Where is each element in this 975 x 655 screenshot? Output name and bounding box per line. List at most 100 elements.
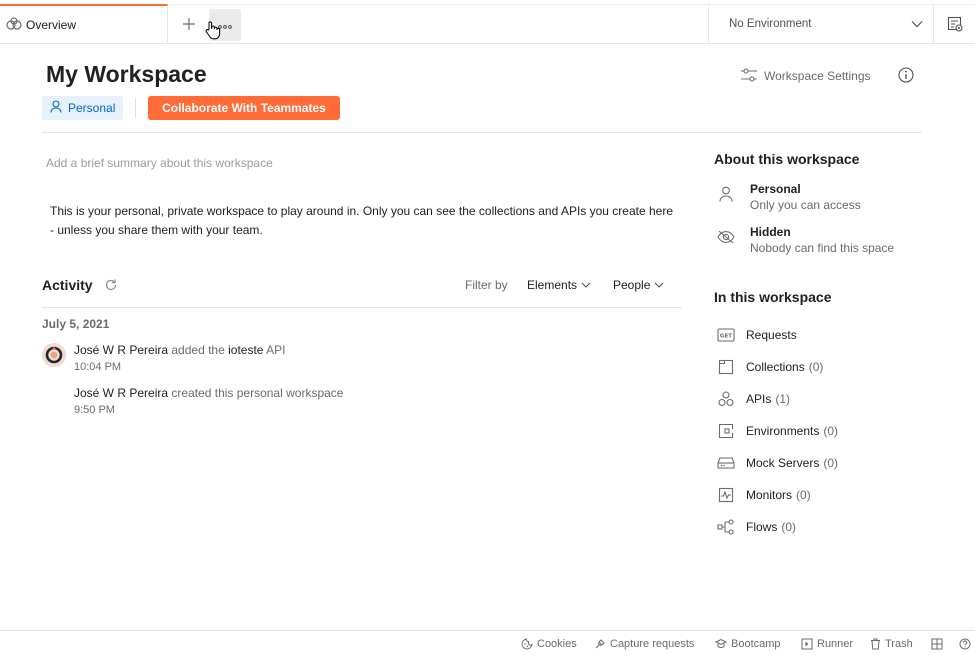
workspace-description[interactable]: This is your personal, private workspace… (50, 202, 680, 240)
environment-select-value: No Environment (729, 18, 812, 30)
runner-button[interactable]: Runner (801, 636, 853, 652)
workspace-settings-button[interactable]: Workspace Settings (740, 65, 871, 87)
personal-badge-label: Personal (68, 101, 116, 115)
workspace-link-collections[interactable]: Collections (0) (714, 355, 914, 379)
bootcamp-icon (715, 638, 727, 649)
workspace-overview-icon (6, 16, 22, 34)
activity-action: created this personal workspace (171, 386, 344, 400)
mock-servers-icon (714, 451, 738, 475)
about-item-visibility: Hidden Nobody can find this space (714, 225, 934, 259)
trash-button[interactable]: Trash (870, 636, 913, 652)
workspace-link-requests[interactable]: GET Requests (714, 323, 914, 347)
in-workspace-heading: In this workspace (714, 289, 832, 305)
runner-label: Runner (817, 638, 854, 650)
about-item-subtitle: Only you can access (750, 198, 861, 212)
workspace-settings-label: Workspace Settings (764, 69, 871, 83)
workspace-link-count: (0) (808, 360, 824, 374)
info-icon (898, 66, 914, 86)
filter-elements-label: Elements (527, 278, 578, 292)
help-button[interactable] (957, 636, 973, 652)
two-pane-view-button[interactable] (929, 636, 945, 652)
capture-requests-label: Capture requests (610, 638, 695, 650)
person-icon (714, 182, 738, 206)
person-icon (50, 100, 62, 116)
workspace-link-label: Flows (746, 520, 778, 534)
flows-icon (714, 515, 738, 539)
workspace-link-label: Monitors (746, 488, 793, 502)
activity-time: 10:04 PM (74, 361, 122, 373)
two-pane-icon (931, 638, 943, 650)
activity-target-link[interactable]: ioteste (228, 343, 263, 357)
collaborate-button[interactable]: Collaborate With Teammates (148, 96, 340, 120)
workspace-link-flows[interactable]: Flows (0) (714, 515, 914, 539)
activity-date: July 5, 2021 (42, 317, 110, 331)
activity-user-link[interactable]: José W R Pereira (74, 343, 168, 357)
collections-icon (714, 355, 738, 379)
tab-overview[interactable]: Overview (0, 4, 168, 44)
monitors-icon (714, 483, 738, 507)
workspace-link-monitors[interactable]: Monitors (0) (714, 483, 914, 507)
help-icon (959, 638, 971, 650)
workspace-link-label: APIs (746, 392, 772, 406)
bootcamp-button[interactable]: Bootcamp (715, 636, 781, 652)
chevron-down-icon (654, 282, 664, 288)
workspace-summary-input[interactable] (42, 153, 682, 173)
workspace-link-count: (0) (823, 456, 839, 470)
svg-text:GET: GET (720, 334, 732, 340)
refresh-icon (104, 279, 118, 295)
activity-target-type: API (266, 343, 286, 357)
satellite-icon (595, 639, 605, 649)
filter-people-label: People (613, 278, 651, 292)
activity-heading: Activity (42, 277, 93, 293)
filter-by-label: Filter by (465, 278, 508, 292)
cookies-button[interactable]: Cookies (521, 636, 577, 652)
sliders-icon (740, 67, 758, 85)
filter-people-dropdown[interactable]: People (613, 276, 664, 294)
trash-icon (871, 638, 880, 650)
about-workspace-heading: About this workspace (714, 151, 860, 167)
activity-entry: José W R Pereira created this personal w… (74, 386, 343, 400)
requests-icon: GET (714, 323, 738, 347)
trash-label: Trash (885, 638, 913, 650)
workspace-link-label: Environments (746, 424, 820, 438)
about-item-title: Hidden (750, 225, 791, 239)
workspace-link-label: Mock Servers (746, 456, 820, 470)
hand-cursor-icon (204, 20, 222, 40)
environment-select[interactable]: No Environment (708, 4, 934, 44)
environment-quick-look-icon (947, 16, 963, 35)
workspace-link-apis[interactable]: APIs (1) (714, 387, 914, 411)
cookie-icon (521, 638, 533, 650)
workspace-link-mock-servers[interactable]: Mock Servers (0) (714, 451, 914, 475)
activity-user-link[interactable]: José W R Pereira (74, 386, 168, 400)
about-item-title: Personal (750, 182, 801, 196)
filter-elements-dropdown[interactable]: Elements (527, 276, 591, 294)
refresh-activity-button[interactable] (104, 278, 118, 292)
environments-icon (714, 419, 738, 443)
workspace-link-label: Collections (746, 360, 805, 374)
workspace-info-button[interactable] (896, 66, 916, 86)
about-item-personal: Personal Only you can access (714, 182, 934, 216)
header-divider (135, 98, 136, 118)
status-bar: Cookies Capture requests Bootcamp Runner… (0, 630, 975, 655)
environment-quick-look-button[interactable] (940, 9, 970, 41)
activity-divider (42, 307, 682, 308)
bootcamp-label: Bootcamp (731, 638, 781, 650)
workspace-link-count: (0) (796, 488, 811, 502)
workspace-link-environments[interactable]: Environments (0) (714, 419, 914, 443)
workspace-link-count: (0) (823, 424, 839, 438)
activity-action: added the (171, 343, 225, 357)
tab-bar: Overview No Environment (0, 4, 975, 44)
runner-icon (801, 638, 813, 650)
eye-off-icon (714, 225, 738, 249)
activity-time: 9:50 PM (74, 404, 115, 416)
plus-icon (182, 17, 196, 34)
capture-requests-button[interactable]: Capture requests (594, 636, 694, 652)
user-avatar-icon (45, 346, 63, 364)
apis-icon (714, 387, 738, 411)
cookies-label: Cookies (537, 638, 577, 650)
activity-entry: José W R Pereira added the ioteste API (74, 343, 285, 357)
chevron-down-icon (901, 20, 933, 28)
about-item-subtitle: Nobody can find this space (750, 241, 895, 255)
new-tab-button[interactable] (173, 9, 205, 41)
avatar[interactable] (42, 343, 66, 367)
